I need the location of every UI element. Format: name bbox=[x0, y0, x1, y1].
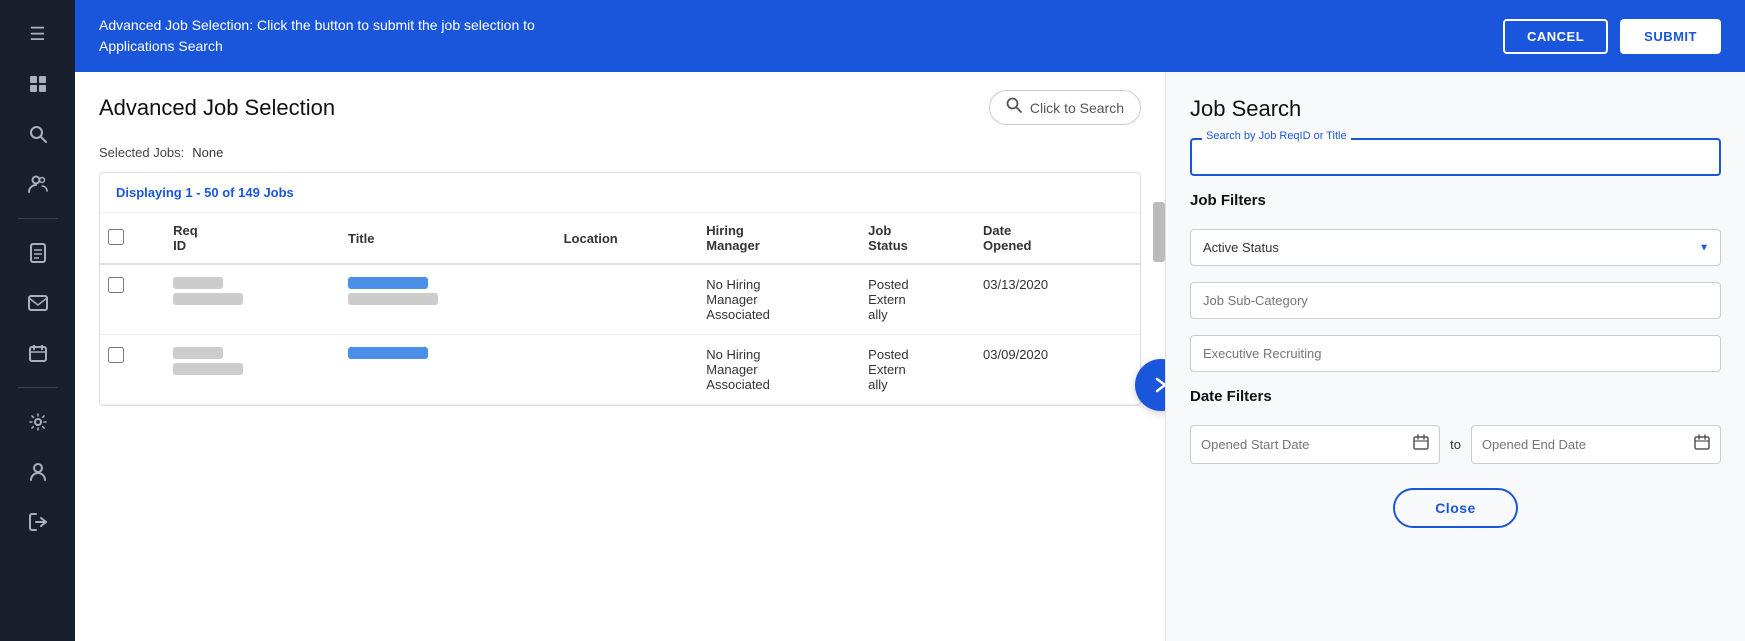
displaying-suffix: Jobs bbox=[263, 185, 293, 200]
left-panel: Advanced Job Selection Click to Search bbox=[75, 72, 1165, 641]
search-bar-icon bbox=[1006, 97, 1022, 118]
menu-icon[interactable]: ☰ bbox=[16, 12, 60, 56]
people-icon[interactable] bbox=[16, 162, 60, 206]
job-search-title: Job Search bbox=[1190, 96, 1721, 122]
end-date-wrapper bbox=[1471, 425, 1721, 464]
banner-text: Advanced Job Selection: Click the button… bbox=[99, 15, 599, 57]
signout-icon[interactable] bbox=[16, 500, 60, 544]
cancel-button[interactable]: CANCEL bbox=[1503, 19, 1608, 54]
search-field-label: Search by Job ReqID or Title bbox=[1202, 130, 1351, 142]
title-header: Title bbox=[340, 213, 556, 264]
job-filters-title: Job Filters bbox=[1190, 192, 1721, 209]
envelope-icon[interactable] bbox=[16, 281, 60, 325]
main-area: Advanced Job Selection: Click the button… bbox=[75, 0, 1745, 641]
table-container: Selected Jobs: None Displaying 1 - 50 of… bbox=[75, 137, 1165, 641]
divider-2 bbox=[18, 387, 58, 388]
end-date-calendar-icon[interactable] bbox=[1694, 434, 1710, 455]
banner-buttons: CANCEL SUBMIT bbox=[1503, 19, 1721, 54]
person-icon[interactable] bbox=[16, 450, 60, 494]
table-row: No HiringManagerAssociated PostedExterna… bbox=[100, 335, 1140, 405]
end-date-input[interactable] bbox=[1482, 437, 1694, 452]
right-panel: Job Search Search by Job ReqID or Title … bbox=[1165, 72, 1745, 641]
row1-title bbox=[340, 264, 556, 335]
search-field-wrapper: Search by Job ReqID or Title bbox=[1190, 138, 1721, 176]
date-filters-section: Date Filters bbox=[1190, 388, 1721, 409]
job-status-header: JobStatus bbox=[860, 213, 975, 264]
close-button[interactable]: Close bbox=[1393, 488, 1518, 528]
selected-jobs: Selected Jobs: None bbox=[99, 137, 1141, 172]
row1-hiring-manager: No HiringManagerAssociated bbox=[698, 264, 860, 335]
job-subcategory-input[interactable] bbox=[1190, 282, 1721, 319]
job-filters-section: Job Filters bbox=[1190, 192, 1721, 213]
row1-location bbox=[556, 264, 699, 335]
row1-req-id bbox=[165, 264, 340, 335]
selected-jobs-label: Selected Jobs: bbox=[99, 145, 184, 160]
date-filters-row: to bbox=[1190, 425, 1721, 464]
submit-button[interactable]: SUBMIT bbox=[1620, 19, 1721, 54]
row1-checkbox[interactable] bbox=[100, 264, 165, 335]
displaying-text: Displaying 1 - 50 of 149 Jobs bbox=[100, 173, 1140, 213]
date-range-separator: to bbox=[1450, 437, 1461, 452]
selected-jobs-value: None bbox=[192, 145, 223, 160]
location-header: Location bbox=[556, 213, 699, 264]
row1-date-opened: 03/13/2020 bbox=[975, 264, 1140, 335]
start-date-wrapper bbox=[1190, 425, 1440, 464]
table-header-row: ReqID Title Location HiringManager JobSt… bbox=[100, 213, 1140, 264]
req-id-header: ReqID bbox=[165, 213, 340, 264]
page-title: Advanced Job Selection bbox=[99, 95, 335, 121]
checkbox-header bbox=[100, 213, 165, 264]
divider-1 bbox=[18, 218, 58, 219]
start-date-calendar-icon[interactable] bbox=[1413, 434, 1429, 455]
table-row: No HiringManagerAssociated PostedExterna… bbox=[100, 264, 1140, 335]
hiring-manager-header: HiringManager bbox=[698, 213, 860, 264]
sidebar: ☰ bbox=[0, 0, 75, 641]
active-status-select[interactable]: Active Status bbox=[1190, 229, 1721, 266]
search-bar[interactable]: Click to Search bbox=[989, 90, 1141, 125]
grid-icon[interactable] bbox=[16, 62, 60, 106]
row2-checkbox[interactable] bbox=[100, 335, 165, 405]
row2-date-opened: 03/09/2020 bbox=[975, 335, 1140, 405]
row2-req-id bbox=[165, 335, 340, 405]
row1-job-status: PostedExternally bbox=[860, 264, 975, 335]
content-area: Advanced Job Selection Click to Search bbox=[75, 72, 1745, 641]
top-banner: Advanced Job Selection: Click the button… bbox=[75, 0, 1745, 72]
calendar-nav-icon[interactable] bbox=[16, 331, 60, 375]
active-status-wrapper: Active Status bbox=[1190, 229, 1721, 266]
row2-job-status: PostedExternally bbox=[860, 335, 975, 405]
search-bar-label: Click to Search bbox=[1030, 100, 1124, 116]
jobs-table: ReqID Title Location HiringManager JobSt… bbox=[100, 213, 1140, 405]
job-search-input[interactable] bbox=[1204, 148, 1707, 168]
start-date-input[interactable] bbox=[1201, 437, 1413, 452]
row2-hiring-manager: No HiringManagerAssociated bbox=[698, 335, 860, 405]
row2-title bbox=[340, 335, 556, 405]
select-all-checkbox[interactable] bbox=[108, 229, 124, 245]
row2-location bbox=[556, 335, 699, 405]
page-header: Advanced Job Selection Click to Search bbox=[75, 72, 1165, 137]
date-opened-header: DateOpened bbox=[975, 213, 1140, 264]
displaying-range: 1 - 50 of 149 bbox=[185, 185, 259, 200]
search-nav-icon[interactable] bbox=[16, 112, 60, 156]
gear-icon[interactable] bbox=[16, 400, 60, 444]
document-icon[interactable] bbox=[16, 231, 60, 275]
scrollbar[interactable] bbox=[1153, 202, 1165, 262]
displaying-prefix: Displaying bbox=[116, 185, 182, 200]
table-wrapper: Displaying 1 - 50 of 149 Jobs ReqID Titl bbox=[99, 172, 1141, 406]
date-filters-title: Date Filters bbox=[1190, 388, 1721, 405]
executive-recruiting-input[interactable] bbox=[1190, 335, 1721, 372]
